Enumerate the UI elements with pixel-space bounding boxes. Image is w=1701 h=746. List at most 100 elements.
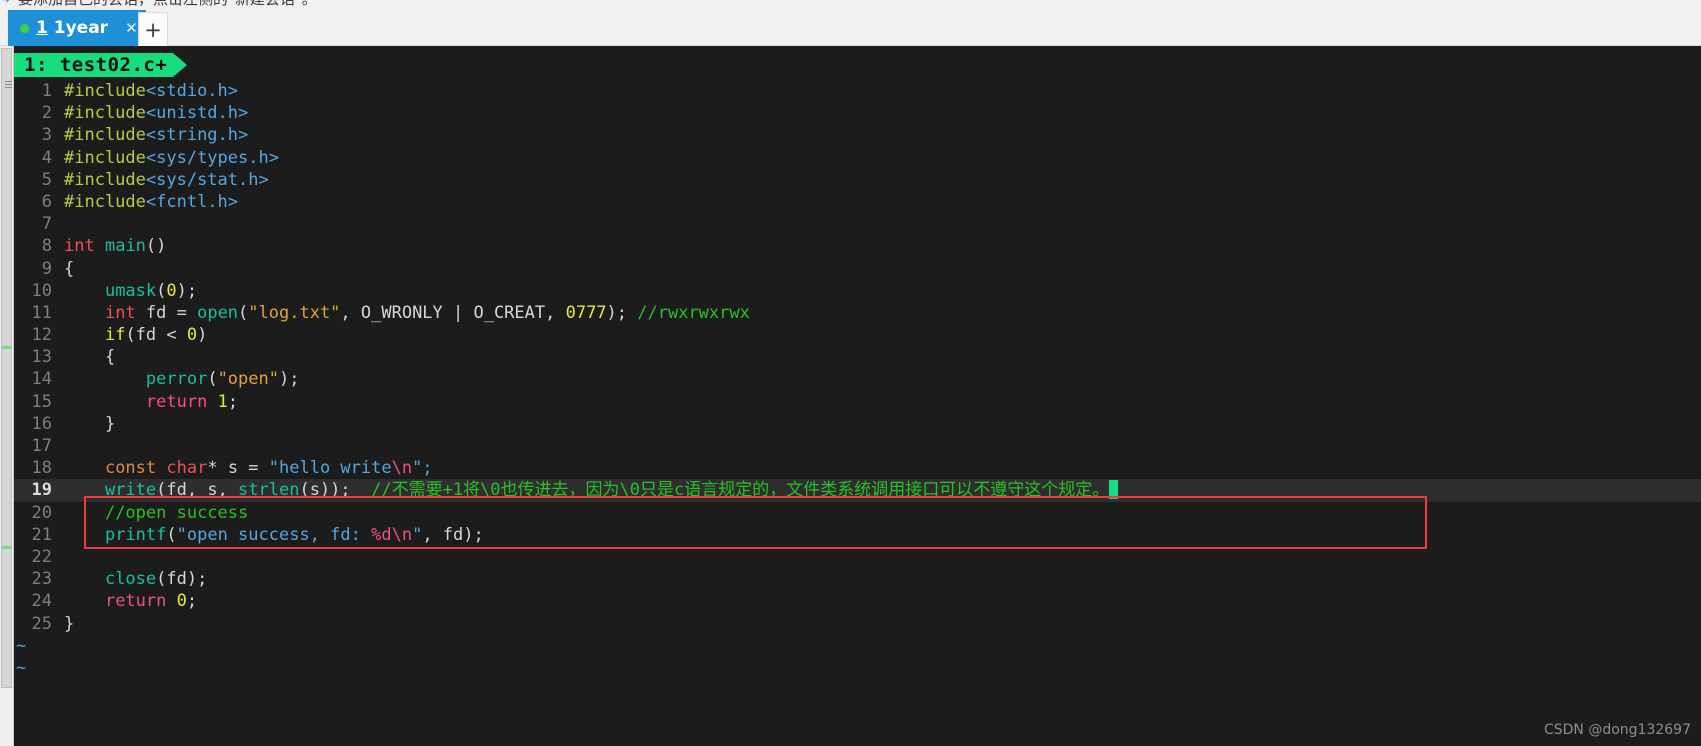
code-token: #include — [64, 147, 146, 168]
line-number: 16 — [31, 413, 52, 434]
code-line[interactable]: 1 #include<stdio.h> — [14, 80, 1701, 102]
code-line[interactable]: 22 — [14, 546, 1701, 568]
code-line-source: if(fd < 0) — [52, 324, 207, 346]
code-line[interactable]: 19 write(fd, s, strlen(s)); //不需要+1将\0也传… — [14, 479, 1701, 502]
code-token: ); — [606, 302, 638, 323]
code-line-source — [52, 435, 64, 457]
code-line-source: int main() — [52, 235, 166, 257]
code-line[interactable]: 18 const char* s = "hello write\n"; — [14, 457, 1701, 479]
code-line-source: #include<unistd.h> — [52, 102, 248, 124]
code-line-source: return 0; — [52, 590, 197, 612]
code-token: return — [145, 391, 208, 412]
code-token: #include — [64, 81, 146, 101]
code-line[interactable]: 8 int main() — [14, 235, 1701, 257]
code-line[interactable]: 2 #include<unistd.h> — [14, 102, 1701, 124]
tab-bar: 1 1year ✕ + — [0, 10, 1701, 46]
code-token: int — [64, 236, 95, 257]
code-line-source: perror("open"); — [52, 368, 300, 390]
code-token: (fd < — [125, 325, 187, 346]
code-token: return — [104, 591, 167, 612]
code-line[interactable]: 14 perror("open"); — [14, 368, 1701, 390]
line-number: 5 — [41, 169, 52, 190]
code-token: #include — [64, 103, 146, 124]
vim-filler-line: ~ — [14, 635, 1701, 657]
code-token: open — [197, 302, 239, 323]
code-token: <unistd.h> — [145, 103, 249, 124]
code-line-source — [52, 213, 64, 235]
gutter-marker — [2, 346, 11, 349]
code-line-source: //open success — [52, 502, 248, 524]
code-line[interactable]: 9{ — [14, 258, 1701, 280]
code-line[interactable]: 7 — [14, 213, 1701, 235]
vim-filler-line: ~ — [14, 657, 1701, 679]
code-line-source: { — [52, 258, 74, 280]
terminal-scrollbar[interactable] — [0, 46, 14, 746]
code-token: <sys/stat.h> — [145, 169, 269, 190]
line-number: 25 — [31, 613, 52, 634]
code-line[interactable]: 20 //open success — [14, 502, 1701, 524]
code-line-source: close(fd); — [52, 568, 207, 590]
code-line-source: #include<stdio.h> — [52, 80, 238, 102]
code-token: 0 — [166, 280, 177, 301]
code-token: \n — [391, 524, 413, 545]
code-line[interactable]: 12 if(fd < 0) — [14, 324, 1701, 346]
line-number: 9 — [41, 258, 52, 279]
code-line[interactable]: 3 #include<string.h> — [14, 124, 1701, 146]
new-tab-button[interactable]: + — [138, 12, 168, 46]
line-number: 4 — [41, 147, 52, 168]
code-line[interactable]: 10 umask(0); — [14, 280, 1701, 302]
code-token: "; — [412, 458, 433, 479]
scrollbar-thumb[interactable] — [1, 48, 12, 688]
code-token: { — [64, 258, 75, 279]
code-line-source: #include<sys/stat.h> — [52, 169, 269, 191]
code-line[interactable]: 24 return 0; — [14, 590, 1701, 612]
code-editor-area[interactable]: 1 #include<stdio.h> 2 #include<unistd.h> 3 #i… — [14, 80, 1701, 679]
code-line-source: return 1; — [52, 391, 238, 413]
line-number: 20 — [31, 502, 52, 523]
filename-banner: 1: test02.c+ — [14, 53, 188, 77]
code-token: { — [64, 347, 116, 368]
code-token: } — [64, 413, 116, 434]
line-number: 13 — [31, 347, 52, 368]
code-token: fd = — [135, 302, 198, 323]
code-line[interactable]: 15 return 1; — [14, 391, 1701, 413]
code-token: , fd); — [422, 524, 484, 545]
close-icon[interactable]: ✕ — [125, 19, 138, 37]
code-token: const — [104, 458, 157, 479]
line-number: 11 — [31, 302, 52, 323]
line-number: 18 — [31, 458, 52, 479]
code-line[interactable]: 17 — [14, 435, 1701, 457]
tab-title: 1year — [53, 18, 109, 38]
code-line[interactable]: 5 #include<sys/stat.h> — [14, 169, 1701, 191]
code-line-source: } — [52, 613, 74, 635]
code-line[interactable]: 11 int fd = open("log.txt", O_WRONLY | O… — [14, 302, 1701, 324]
code-line[interactable]: 13 { — [14, 346, 1701, 368]
code-line[interactable]: 6 #include<fcntl.h> — [14, 191, 1701, 213]
expand-arrow-icon: ➜ — [2, 0, 10, 8]
code-line[interactable]: 16 } — [14, 413, 1701, 435]
line-number: 21 — [31, 524, 52, 545]
code-line[interactable]: 21 printf("open success, fd: %d\n", fd); — [14, 524, 1701, 546]
line-number: 2 — [41, 103, 52, 124]
code-line[interactable]: 23 close(fd); — [14, 568, 1701, 590]
code-token: , O_WRONLY | O_CREAT, — [340, 302, 566, 323]
code-token: write — [104, 480, 157, 501]
code-token: 0 — [186, 325, 198, 346]
code-line[interactable]: 4 #include<sys/types.h> — [14, 147, 1701, 169]
code-token: int — [104, 302, 136, 323]
line-number: 1 — [41, 81, 52, 101]
tilde-icon: ~ — [16, 635, 27, 656]
line-number: 15 — [31, 391, 52, 412]
code-token: //不需要+1将\0也传进去，因为\0只是c语言规定的，文件类系统调用接口可以不… — [371, 480, 1110, 501]
tab-1year[interactable]: 1 1year ✕ — [8, 10, 146, 46]
code-line[interactable]: 25} — [14, 613, 1701, 635]
code-token: <string.h> — [145, 125, 249, 146]
